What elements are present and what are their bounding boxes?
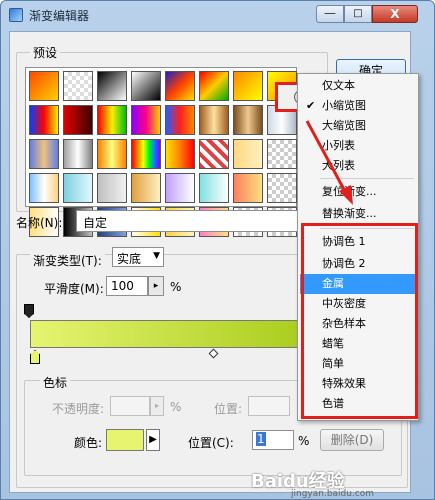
menu-item-label: 替换渐变... [322,207,377,220]
location-value: 1 [256,432,266,446]
color-swatch[interactable] [106,429,144,451]
app-icon [9,8,23,22]
preset-swatch[interactable] [63,105,93,135]
annotation-box [301,223,418,419]
preset-swatch[interactable] [131,139,161,169]
preset-swatch[interactable] [267,173,297,203]
preset-swatch[interactable] [199,105,229,135]
preset-swatch[interactable] [165,139,195,169]
opacity-input [110,396,150,416]
preset-swatch[interactable] [233,105,263,135]
location-unit: % [298,434,310,448]
menu-item[interactable]: ✔ 小缩览图 [300,96,416,116]
smoothness-input[interactable]: 100 [106,276,148,296]
color-label: 颜色: [74,436,103,450]
presets-label: 预设 [30,44,61,61]
gradient-preview-bar[interactable] [30,320,312,348]
preset-swatch[interactable] [233,71,263,101]
opacity-stepper: ▸ [150,396,164,416]
minimize-button[interactable]: — [316,5,344,23]
window-title: 渐变编辑器 [29,9,90,23]
chevron-down-icon: ▼ [153,251,160,261]
preset-swatch[interactable] [233,139,263,169]
delete-button[interactable]: 删除(D) [320,429,384,451]
annotation-arrow-icon [305,120,353,205]
smoothness-stepper[interactable]: ▸ [148,276,164,296]
smoothness-label: 平滑度(M): [44,282,104,296]
preset-swatch[interactable] [199,71,229,101]
preset-swatch[interactable] [29,173,59,203]
preset-swatch[interactable] [63,139,93,169]
preset-swatch[interactable] [97,173,127,203]
gradient-type-label: 渐变类型(T): [30,252,105,269]
gradient-type-select[interactable]: 实底 ▼ [112,247,164,267]
watermark-url: jingyan.baidu.com [291,489,375,499]
preset-swatch[interactable] [131,71,161,101]
preset-swatch[interactable] [29,71,59,101]
title-bar[interactable]: 渐变编辑器 — □ X [1,1,434,29]
name-label: 名称(N): [16,216,63,230]
smoothness-unit: % [170,280,182,294]
stops-label: 色标 [40,374,71,391]
opacity-unit: % [170,400,182,414]
location-input[interactable]: 1 [252,430,294,450]
name-input[interactable]: 自定 [76,210,306,232]
gradient-editor-window: 渐变编辑器 — □ X ≡ ▼ 预设 ▶ 确定 名称(N): 自定 渐变类型(T… [0,0,435,500]
menu-item[interactable]: 仅文本 [300,76,416,96]
close-button[interactable]: X [372,5,418,23]
preset-swatch[interactable] [199,139,229,169]
menu-item-label: 小缩览图 [322,99,366,112]
preset-swatch[interactable] [165,105,195,135]
preset-swatch[interactable] [267,139,297,169]
menu-item-label: 仅文本 [322,79,355,92]
preset-swatch[interactable] [63,71,93,101]
preset-swatch[interactable] [199,173,229,203]
preset-swatch[interactable] [165,71,195,101]
checkmark-icon: ✔ [306,99,316,112]
preset-swatch[interactable] [63,173,93,203]
preset-swatch[interactable] [29,105,59,135]
preset-swatch[interactable] [233,173,263,203]
preset-swatch[interactable] [131,105,161,135]
opacity-location-label: 位置: [214,402,243,416]
opacity-location-input [248,396,290,416]
play-icon[interactable]: ▶ [146,429,160,451]
preset-grid [25,67,297,237]
preset-swatch[interactable] [97,71,127,101]
opacity-label: 不透明度: [52,402,105,416]
preset-swatch[interactable] [29,139,59,169]
location-label: 位置(C): [188,436,234,450]
menu-item[interactable]: 替换渐变... [300,204,416,224]
maximize-button[interactable]: □ [344,5,372,23]
presets-group: ≡ ▼ [16,52,328,237]
preset-swatch[interactable] [131,173,161,203]
preset-swatch[interactable] [165,173,195,203]
preset-swatch[interactable] [97,105,127,135]
gradient-type-value: 实底 [117,252,142,266]
preset-swatch[interactable] [97,139,127,169]
